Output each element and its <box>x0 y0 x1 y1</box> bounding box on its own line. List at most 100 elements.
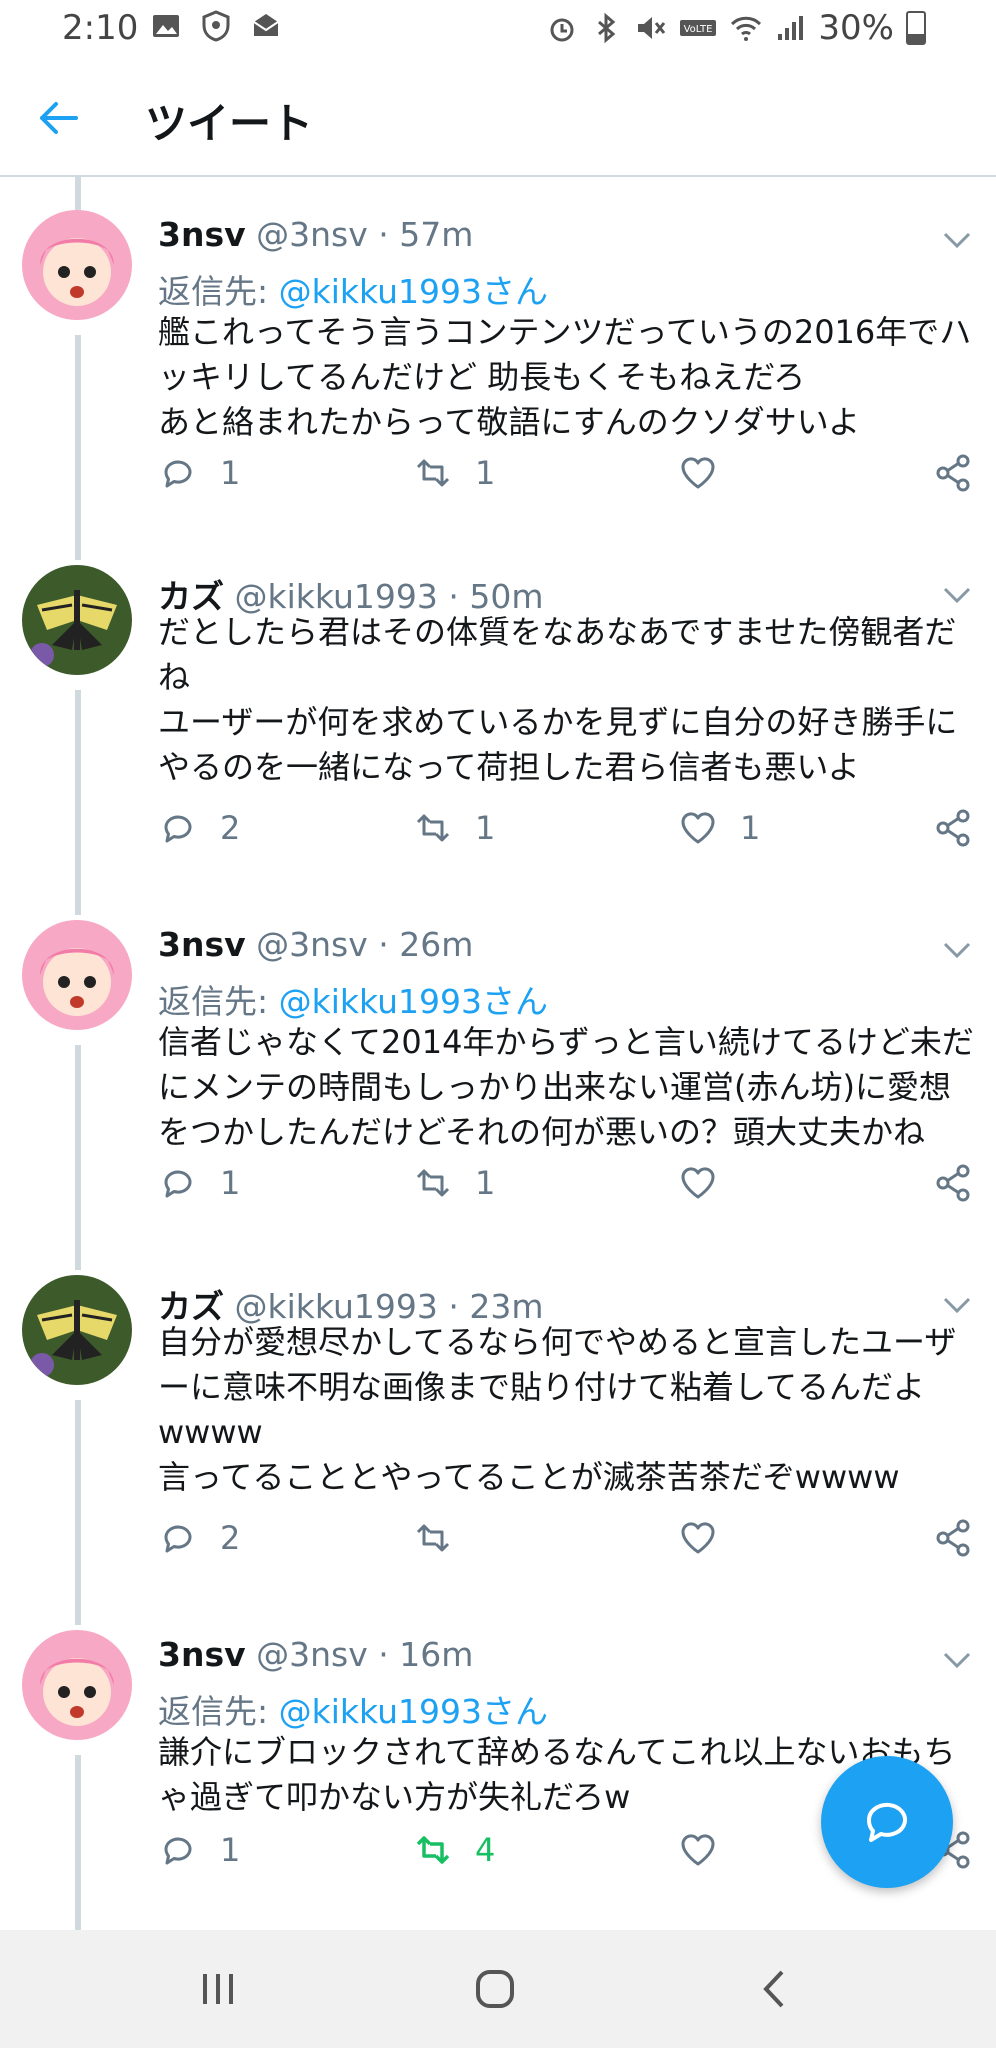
chevron-down-icon[interactable] <box>942 1295 972 1315</box>
display-name[interactable]: 3nsv <box>158 1635 246 1674</box>
avatar[interactable] <box>22 1630 132 1740</box>
back-arrow-icon[interactable] <box>36 98 80 138</box>
battery-percent: 30% <box>818 8 894 48</box>
battery-icon <box>906 11 926 45</box>
tweet-text: だとしたら君はその体質をなあなあですませた傍観者だね ユーザーが何を求めているか… <box>158 613 958 786</box>
heart-icon <box>681 1167 715 1199</box>
retweet-count: 4 <box>475 1831 496 1869</box>
reply-mention-link[interactable]: @kikku1993さん <box>279 982 548 1021</box>
page-title: ツイート <box>145 99 314 148</box>
retweet-button[interactable]: 1 <box>413 453 495 493</box>
like-button[interactable] <box>678 1830 740 1870</box>
chevron-down-icon[interactable] <box>942 230 972 250</box>
alarm-icon <box>550 18 574 42</box>
home-icon[interactable] <box>470 1964 520 2014</box>
tweet[interactable]: カズ @kikku1993 · 50m だとしたら君はその体質をなあなあですませ… <box>0 540 996 895</box>
like-button[interactable] <box>678 453 740 493</box>
chevron-down-icon[interactable] <box>942 1650 972 1670</box>
reply-button[interactable]: 1 <box>158 453 240 493</box>
butterfly-avatar-icon <box>22 565 132 675</box>
display-name[interactable]: 3nsv <box>158 215 246 254</box>
reply-prefix: 返信先: <box>158 1692 279 1731</box>
retweet-count: 1 <box>475 454 496 492</box>
chevron-down-icon[interactable] <box>942 585 972 605</box>
tweet-header: 3nsv @3nsv · 57m <box>158 215 473 254</box>
heart-icon <box>681 1522 715 1554</box>
separator: · <box>378 1635 389 1674</box>
retweet-count: 1 <box>475 1164 496 1202</box>
retweet-button[interactable] <box>413 1518 475 1558</box>
tweet-time: 57m <box>399 215 474 254</box>
bluetooth-icon <box>598 12 616 44</box>
share-icon <box>936 1519 970 1557</box>
share-button[interactable] <box>933 453 973 493</box>
mail-icon <box>253 14 279 36</box>
avatar[interactable] <box>22 210 132 320</box>
reply-button[interactable]: 1 <box>158 1830 240 1870</box>
tweet[interactable]: 3nsv @3nsv · 26m 返信先: @kikku1993さん 信者じゃな… <box>0 895 996 1250</box>
share-button[interactable] <box>933 1163 973 1203</box>
heart-icon <box>681 1834 715 1866</box>
retweet-button[interactable]: 1 <box>413 1163 495 1203</box>
tweet[interactable]: カズ @kikku1993 · 23m 自分が愛想尽かしてるなら何でやめると宣言… <box>0 1250 996 1605</box>
pink-hair-avatar-icon <box>22 210 132 320</box>
tweet-actions: 2 1 1 <box>158 808 978 858</box>
chevron-down-icon[interactable] <box>942 940 972 960</box>
like-button[interactable] <box>678 1518 740 1558</box>
retweet-count: 1 <box>475 809 496 847</box>
share-button[interactable] <box>933 1518 973 1558</box>
avatar[interactable] <box>22 920 132 1030</box>
retweet-button[interactable]: 1 <box>413 808 495 848</box>
reply-mention-link[interactable]: @kikku1993さん <box>279 1692 548 1731</box>
share-icon <box>936 1164 970 1202</box>
status-bar: 2:10 VoLTE 30% <box>0 0 996 60</box>
back-icon[interactable] <box>750 1964 800 2014</box>
reply-icon <box>164 460 192 488</box>
tweet-time: 16m <box>399 1635 474 1674</box>
tweet-text: 艦これってそう言うコンテンツだっていうの2016年でハッキリしてるんだけど 助長… <box>158 313 972 441</box>
retweet-icon <box>416 459 450 487</box>
avatar[interactable] <box>22 1275 132 1385</box>
reply-button[interactable]: 2 <box>158 1518 240 1558</box>
reply-icon <box>164 1170 192 1198</box>
reply-button[interactable]: 1 <box>158 1163 240 1203</box>
like-button[interactable]: 1 <box>678 808 760 848</box>
reply-count: 1 <box>220 454 241 492</box>
tweet-actions: 1 1 <box>158 1163 978 1213</box>
share-icon <box>936 809 970 847</box>
user-handle: @3nsv <box>256 215 368 254</box>
shield-icon <box>202 10 230 42</box>
pink-hair-avatar-icon <box>22 1630 132 1740</box>
reply-icon <box>164 1837 192 1865</box>
tweet[interactable]: 3nsv @3nsv · 57m 返信先: @kikku1993さん 艦これって… <box>0 185 996 540</box>
retweet-icon <box>416 814 450 842</box>
display-name[interactable]: 3nsv <box>158 925 246 964</box>
share-icon <box>936 454 970 492</box>
reply-button[interactable]: 2 <box>158 808 240 848</box>
avatar[interactable] <box>22 565 132 675</box>
pink-hair-avatar-icon <box>22 920 132 1030</box>
reply-mention-link[interactable]: @kikku1993さん <box>279 272 548 311</box>
volte-icon: VoLTE <box>680 20 717 36</box>
recent-apps-icon[interactable] <box>193 1964 243 2014</box>
heart-icon <box>681 812 715 844</box>
reply-count: 1 <box>220 1164 241 1202</box>
signal-icon <box>778 16 804 40</box>
separator: · <box>378 925 389 964</box>
reply-to: 返信先: @kikku1993さん <box>158 975 548 1023</box>
mute-icon <box>638 17 666 39</box>
retweet-button[interactable]: 4 <box>413 1830 495 1870</box>
compose-reply-button[interactable] <box>821 1756 953 1888</box>
app-bar: ツイート <box>0 60 996 177</box>
tweet-actions: 1 1 <box>158 453 978 503</box>
share-button[interactable] <box>933 808 973 848</box>
heart-icon <box>681 457 715 489</box>
retweet-icon <box>416 1524 450 1552</box>
reply-to: 返信先: @kikku1993さん <box>158 1685 548 1733</box>
tweet[interactable]: 3nsv @3nsv · 16m 返信先: @kikku1993さん 謙介にブロ… <box>0 1605 996 1930</box>
system-nav-bar <box>0 1930 996 2048</box>
like-button[interactable] <box>678 1163 740 1203</box>
separator: · <box>378 215 389 254</box>
reply-count: 1 <box>220 1831 241 1869</box>
reply-bubble-icon <box>866 1802 907 1842</box>
